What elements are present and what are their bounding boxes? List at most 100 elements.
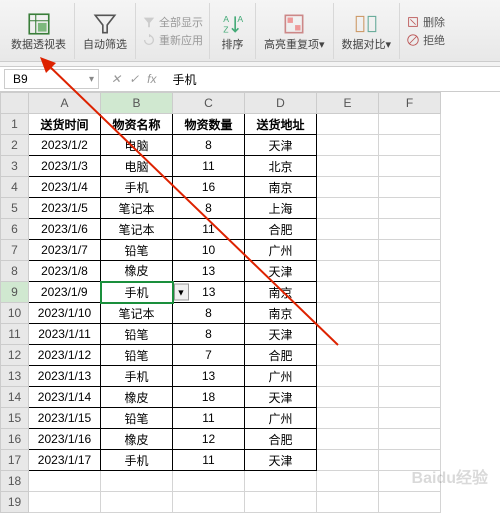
spreadsheet-grid[interactable]: ABCDEF1送货时间物资名称物资数量送货地址22023/1/2电脑8天津320… bbox=[0, 92, 500, 513]
cell[interactable]: 笔记本 bbox=[101, 303, 173, 324]
cell[interactable] bbox=[379, 492, 441, 513]
cell[interactable] bbox=[317, 345, 379, 366]
cell[interactable] bbox=[29, 471, 101, 492]
cell[interactable] bbox=[245, 471, 317, 492]
cell[interactable]: 2023/1/2 bbox=[29, 135, 101, 156]
cell[interactable]: 合肥 bbox=[245, 429, 317, 450]
cell[interactable]: 7 bbox=[173, 345, 245, 366]
cell[interactable] bbox=[317, 135, 379, 156]
cell[interactable] bbox=[317, 324, 379, 345]
cell[interactable] bbox=[379, 408, 441, 429]
cell[interactable] bbox=[379, 156, 441, 177]
data-compare-button[interactable]: 数据对比▾ bbox=[334, 3, 401, 59]
row-header[interactable]: 17 bbox=[1, 450, 29, 471]
cell[interactable] bbox=[317, 198, 379, 219]
cell[interactable] bbox=[317, 303, 379, 324]
cell[interactable]: 南京 bbox=[245, 282, 317, 303]
cell[interactable] bbox=[101, 492, 173, 513]
cell[interactable]: 2023/1/7 bbox=[29, 240, 101, 261]
cell[interactable]: 11 bbox=[173, 408, 245, 429]
row-header[interactable]: 11 bbox=[1, 324, 29, 345]
row-header[interactable]: 1 bbox=[1, 114, 29, 135]
cell[interactable]: 送货时间 bbox=[29, 114, 101, 135]
cell[interactable]: 天津 bbox=[245, 450, 317, 471]
cell[interactable]: 2023/1/17 bbox=[29, 450, 101, 471]
cell[interactable]: 送货地址 bbox=[245, 114, 317, 135]
col-header-F[interactable]: F bbox=[379, 93, 441, 114]
cell[interactable]: 南京 bbox=[245, 303, 317, 324]
reject-button[interactable]: 拒绝 bbox=[406, 32, 445, 48]
cell[interactable]: 2023/1/11 bbox=[29, 324, 101, 345]
cell[interactable]: 8 bbox=[173, 303, 245, 324]
cell[interactable]: 2023/1/14 bbox=[29, 387, 101, 408]
cell[interactable]: 2023/1/6 bbox=[29, 219, 101, 240]
cell[interactable]: 上海 bbox=[245, 198, 317, 219]
col-header-C[interactable]: C bbox=[173, 93, 245, 114]
cell[interactable]: 电脑 bbox=[101, 156, 173, 177]
cell[interactable] bbox=[317, 261, 379, 282]
row-header[interactable]: 6 bbox=[1, 219, 29, 240]
cell-dropdown-icon[interactable]: ▼ bbox=[174, 284, 189, 301]
cell[interactable]: 广州 bbox=[245, 366, 317, 387]
cell[interactable]: 2023/1/13 bbox=[29, 366, 101, 387]
cell[interactable]: 橡皮 bbox=[101, 429, 173, 450]
cell[interactable]: 13 bbox=[173, 261, 245, 282]
cell[interactable] bbox=[379, 135, 441, 156]
cell[interactable]: 16 bbox=[173, 177, 245, 198]
cell[interactable]: 2023/1/5 bbox=[29, 198, 101, 219]
row-header[interactable]: 4 bbox=[1, 177, 29, 198]
cell[interactable] bbox=[379, 303, 441, 324]
sort-button[interactable]: AZA 排序 bbox=[210, 3, 256, 59]
cell[interactable]: 天津 bbox=[245, 387, 317, 408]
cell[interactable]: 铅笔 bbox=[101, 408, 173, 429]
cell[interactable] bbox=[379, 114, 441, 135]
cell[interactable] bbox=[379, 219, 441, 240]
cell[interactable]: 铅笔 bbox=[101, 324, 173, 345]
cell[interactable] bbox=[173, 492, 245, 513]
cell[interactable] bbox=[379, 177, 441, 198]
cell[interactable]: 笔记本 bbox=[101, 198, 173, 219]
row-header[interactable]: 16 bbox=[1, 429, 29, 450]
cell[interactable] bbox=[317, 366, 379, 387]
cell[interactable]: 橡皮 bbox=[101, 261, 173, 282]
delete-button[interactable]: 删除 bbox=[406, 14, 445, 30]
row-header[interactable]: 12 bbox=[1, 345, 29, 366]
cell[interactable] bbox=[29, 492, 101, 513]
cell[interactable]: 天津 bbox=[245, 324, 317, 345]
row-header[interactable]: 13 bbox=[1, 366, 29, 387]
highlight-dup-button[interactable]: 高亮重复项▾ bbox=[256, 3, 334, 59]
cell[interactable]: 手机▼ bbox=[101, 282, 173, 303]
row-header[interactable]: 9 bbox=[1, 282, 29, 303]
cell[interactable] bbox=[317, 156, 379, 177]
cell[interactable] bbox=[379, 240, 441, 261]
row-header[interactable]: 5 bbox=[1, 198, 29, 219]
row-header[interactable]: 3 bbox=[1, 156, 29, 177]
cell[interactable]: 橡皮 bbox=[101, 387, 173, 408]
cell[interactable] bbox=[379, 387, 441, 408]
cell[interactable]: 2023/1/16 bbox=[29, 429, 101, 450]
cell[interactable]: 13 bbox=[173, 366, 245, 387]
autofilter-button[interactable]: 自动筛选 bbox=[75, 3, 136, 59]
cell[interactable] bbox=[379, 345, 441, 366]
cell[interactable] bbox=[317, 114, 379, 135]
cell[interactable] bbox=[317, 387, 379, 408]
row-header[interactable]: 10 bbox=[1, 303, 29, 324]
row-header[interactable]: 7 bbox=[1, 240, 29, 261]
col-header-E[interactable]: E bbox=[317, 93, 379, 114]
cell[interactable]: 手机 bbox=[101, 450, 173, 471]
cell[interactable]: 笔记本 bbox=[101, 219, 173, 240]
cell[interactable]: 天津 bbox=[245, 261, 317, 282]
row-header[interactable]: 19 bbox=[1, 492, 29, 513]
cell[interactable]: 12 bbox=[173, 429, 245, 450]
cell[interactable] bbox=[173, 471, 245, 492]
cell[interactable]: 18 bbox=[173, 387, 245, 408]
cell[interactable] bbox=[317, 429, 379, 450]
col-header-A[interactable]: A bbox=[29, 93, 101, 114]
cell[interactable] bbox=[379, 366, 441, 387]
cell[interactable]: 物资数量 bbox=[173, 114, 245, 135]
cell[interactable] bbox=[317, 219, 379, 240]
row-header[interactable]: 8 bbox=[1, 261, 29, 282]
cell[interactable] bbox=[317, 177, 379, 198]
cell[interactable]: 8 bbox=[173, 135, 245, 156]
cell[interactable]: 11 bbox=[173, 219, 245, 240]
